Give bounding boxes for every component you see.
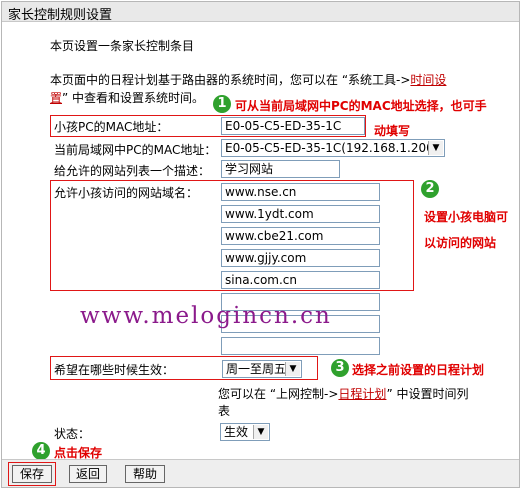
schedule-hint: 您可以在 “上网控制->日程计划” 中设置时间列 (218, 385, 468, 402)
domain-input-1[interactable]: www.nse.cn (221, 183, 380, 201)
domain-input-5[interactable]: sina.com.cn (221, 271, 380, 289)
domain-input-3[interactable]: www.cbe21.com (221, 227, 380, 245)
intro-line1: 本页设置一条家长控制条目 (50, 39, 195, 53)
domain-input-2[interactable]: www.1ydt.com (221, 205, 380, 223)
schedule-selected: 周一至周五 (226, 362, 287, 376)
schedule-label: 希望在哪些时候生效： (54, 363, 175, 377)
lan-mac-select[interactable]: E0-05-C5-ED-35-1C(192.168.1.200) ▼ (221, 139, 445, 157)
child-mac-label: 小孩PC的MAC地址： (54, 120, 169, 134)
domain-input-8[interactable] (221, 337, 380, 355)
page-title: 家长控制规则设置 (8, 8, 113, 23)
intro-line2-prefix: 本页面中的日程计划基于路由器的系统时间，您可以在 “系统工具-> (50, 73, 411, 87)
intro-line3-suffix: ” 中查看和设置系统时间。 (62, 91, 205, 105)
intro-line3: 置” 中查看和设置系统时间。 (50, 89, 204, 106)
status-select[interactable]: 生效 ▼ (220, 423, 270, 441)
intro-line2: 本页面中的日程计划基于路由器的系统时间，您可以在 “系统工具->时间设 (50, 71, 446, 88)
child-mac-input[interactable]: E0-05-C5-ED-35-1C (221, 117, 365, 135)
system-time-link[interactable]: 时间设 (410, 73, 446, 87)
annotation-badge-4: 4 (32, 442, 50, 460)
annotation-badge-3: 3 (331, 359, 349, 377)
annotation-2-text-line1: 设置小孩电脑可 (424, 210, 509, 224)
annotation-badge-2: 2 (421, 180, 439, 198)
schedule-hint-suffix: ” 中设置时间列 (386, 387, 469, 401)
chevron-down-icon[interactable]: ▼ (285, 362, 300, 376)
domain-input-4[interactable]: www.gjjy.com (221, 249, 380, 267)
system-time-link-cont[interactable]: 置 (50, 91, 62, 105)
annotation-1-text-line2: 动填写 (374, 124, 411, 138)
chevron-down-icon[interactable]: ▼ (428, 141, 443, 155)
status-label: 状态： (54, 427, 91, 441)
annotation-3-text: 选择之前设置的日程计划 (352, 363, 485, 377)
back-button[interactable]: 返回 (69, 465, 107, 483)
desc-label: 给允许的网站列表一个描述： (54, 164, 211, 178)
help-button[interactable]: 帮助 (125, 465, 165, 483)
watermark-text: www.melogincn.cn (80, 303, 332, 329)
annotation-2-text-line2: 以访问的网站 (424, 236, 497, 250)
schedule-hint-prefix: 您可以在 “上网控制-> (218, 387, 339, 401)
title-bar: 家长控制规则设置 (2, 2, 519, 23)
schedule-plan-link[interactable]: 日程计划 (338, 387, 386, 401)
lan-mac-label: 当前局域网中PC的MAC地址： (54, 143, 217, 157)
lan-mac-selected: E0-05-C5-ED-35-1C(192.168.1.200) (225, 141, 439, 155)
annotation-1-text-line1: 可从当前局域网中PC的MAC地址选择，也可手 (235, 99, 487, 113)
desc-input[interactable]: 学习网站 (221, 160, 340, 178)
annotation-badge-1: 1 (213, 95, 231, 113)
schedule-select[interactable]: 周一至周五 ▼ (222, 360, 302, 378)
domains-label: 允许小孩访问的网站域名： (54, 186, 199, 200)
schedule-hint-line2: 表 (218, 404, 231, 418)
chevron-down-icon[interactable]: ▼ (253, 425, 268, 439)
status-selected: 生效 (224, 425, 249, 439)
save-button[interactable]: 保存 (12, 465, 52, 483)
